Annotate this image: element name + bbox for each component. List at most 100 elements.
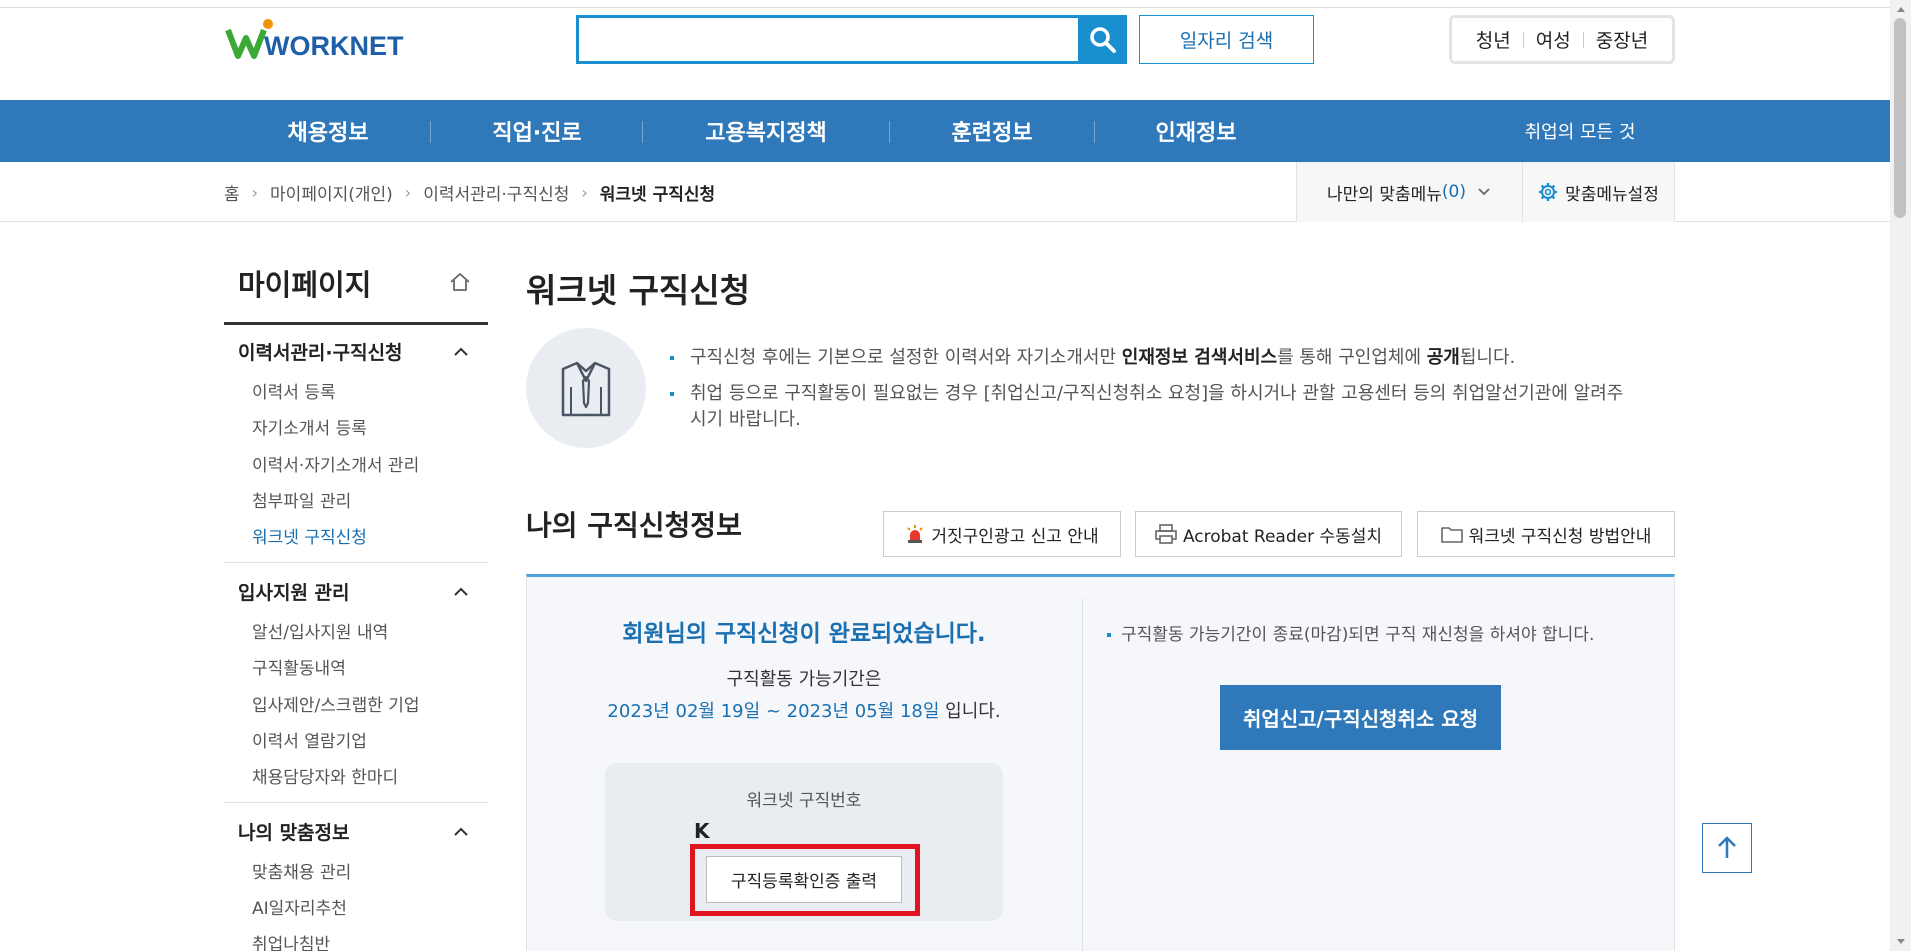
page: WORKNET 일자리 검색 청년 여성 중장년 채용정보 직업·진로 고용복지…	[0, 0, 1911, 951]
search-button[interactable]	[1078, 15, 1127, 64]
sidebar-item-job-application[interactable]: 워크넷 구직신청	[252, 523, 367, 548]
home-icon[interactable]	[448, 270, 472, 294]
info-line-2-cont: 시기 바랍니다.	[670, 407, 801, 433]
sidebar-divider	[224, 802, 488, 803]
scroll-up-arrow[interactable]	[1893, 2, 1908, 16]
info-text-part: 구직신청 후에는 기본으로 설정한 이력서와 자기소개서만	[690, 347, 1122, 368]
chevron-up-icon[interactable]	[452, 343, 470, 361]
sidebar-section-apply[interactable]: 입사지원 관리	[238, 578, 350, 605]
info-line-1: 구직신청 후에는 기본으로 설정한 이력서와 자기소개서만 인재정보 검색서비스…	[670, 345, 1515, 371]
acrobat-install-button[interactable]: Acrobat Reader 수동설치	[1135, 511, 1402, 557]
nav-item-talent[interactable]: 인재정보	[1124, 100, 1268, 162]
sidebar-item-activity[interactable]: 구직활동내역	[252, 654, 346, 679]
chevron-right-icon: ›	[581, 182, 588, 202]
sidebar-item-attachment[interactable]: 첨부파일 관리	[252, 487, 351, 512]
job-search-button[interactable]: 일자리 검색	[1139, 15, 1314, 64]
worknet-logo[interactable]: WORKNET	[224, 16, 424, 64]
sidebar-item-recruiter-chat[interactable]: 채용담당자와 한마디	[252, 763, 398, 788]
info-text-bold: 공개	[1426, 347, 1460, 368]
section-title: 나의 구직신청정보	[526, 509, 742, 542]
info-text-bold: 인재정보 검색서비스	[1121, 347, 1278, 368]
panel-divider	[1082, 598, 1083, 951]
sidebar-title-underline	[224, 322, 488, 325]
breadcrumb-current: 워크넷 구직신청	[599, 184, 716, 205]
bullet	[1107, 633, 1111, 637]
sidebar-title: 마이페이지	[238, 268, 372, 302]
info-line-2: 취업 등으로 구직활동이 필요없는 경우 [취업신고/구직신청취소 요청]을 하…	[670, 381, 1623, 407]
info-line-2-text-cont: 시기 바랍니다.	[690, 409, 801, 430]
period-value-line: 2023년 02월 19일 ~ 2023년 05월 18일 입니다.	[526, 697, 1082, 723]
reapply-note: 구직활동 가능기간이 종료(마감)되면 구직 재신청을 하셔야 합니다.	[1107, 620, 1594, 645]
nav-item-recruit[interactable]: 채용정보	[256, 100, 400, 162]
scroll-to-top-button[interactable]	[1702, 823, 1752, 873]
info-line-2-text: 취업 등으로 구직활동이 필요없는 경우 [취업신고/구직신청취소 요청]을 하…	[690, 383, 1624, 404]
acrobat-install-label: Acrobat Reader 수동설치	[1182, 526, 1383, 547]
siren-icon	[905, 524, 925, 544]
fake-ad-report-button[interactable]: 거짓구인광고 신고 안내	[883, 511, 1121, 557]
breadcrumb-resume[interactable]: 이력서관리·구직신청	[423, 180, 569, 205]
nav-divider	[1094, 121, 1095, 143]
shirt-tie-icon	[561, 361, 611, 417]
main-nav: 채용정보 직업·진로 고용복지정책 훈련정보 인재정보 취업의 모든 것	[0, 100, 1890, 162]
menu-settings-button[interactable]: 맞춤메뉴설정	[1522, 162, 1675, 222]
fake-ad-report-label: 거짓구인광고 신고 안내	[931, 526, 1099, 547]
chevron-up-icon[interactable]	[452, 823, 470, 841]
jobseeker-number-label: 워크넷 구직번호	[746, 791, 862, 811]
info-text-part: 를 통해 구인업체에	[1277, 347, 1427, 368]
sidebar-item-custom-recruit[interactable]: 맞춤채용 관리	[252, 858, 351, 883]
logo-text: WORKNET	[264, 31, 404, 61]
sidebar-section-custom[interactable]: 나의 맞춤정보	[238, 818, 350, 845]
chevron-down-icon	[1478, 188, 1490, 196]
chevron-up-icon[interactable]	[452, 583, 470, 601]
breadcrumb-mypage[interactable]: 마이페이지(개인)	[270, 180, 393, 205]
sidebar-item-compass[interactable]: 취업나침반	[252, 930, 330, 951]
my-menu-dropdown[interactable]: 나만의 맞춤메뉴 (0)	[1296, 162, 1522, 222]
my-menu-label: 나만의 맞춤메뉴	[1327, 184, 1442, 205]
sidebar-item-offers[interactable]: 입사제안/스크랩한 기업	[252, 691, 420, 716]
period-value: 2023년 02월 19일 ~ 2023년 05월 18일	[607, 701, 940, 722]
divider	[1522, 31, 1524, 48]
folder-icon	[1440, 525, 1463, 543]
cancel-application-button[interactable]: 취업신고/구직신청취소 요청	[1220, 685, 1501, 750]
quick-link-middle-aged[interactable]: 중장년	[1596, 26, 1648, 53]
info-line-1-text: 구직신청 후에는 기본으로 설정한 이력서와 자기소개서만 인재정보 검색서비스…	[670, 345, 1515, 371]
quick-link-group: 청년 여성 중장년	[1449, 15, 1675, 64]
gear-icon	[1539, 183, 1558, 201]
bullet	[670, 392, 674, 396]
nav-item-career[interactable]: 직업·진로	[465, 100, 609, 162]
divider	[1582, 31, 1584, 48]
info-text-part: 됩니다.	[1459, 347, 1516, 368]
sidebar-item-viewers[interactable]: 이력서 열람기업	[252, 727, 367, 752]
scrollbar-thumb[interactable]	[1894, 18, 1906, 218]
my-menu-count: (0)	[1441, 182, 1466, 202]
jobseeker-number: K	[694, 819, 710, 843]
arrow-up-icon	[1718, 836, 1736, 858]
sidebar-item-intro-register[interactable]: 자기소개서 등록	[252, 414, 367, 439]
info-illustration	[526, 328, 646, 448]
search-input[interactable]	[579, 18, 1124, 61]
sidebar-item-referral[interactable]: 알선/입사지원 내역	[252, 618, 388, 643]
reapply-note-text: 구직활동 가능기간이 종료(마감)되면 구직 재신청을 하셔야 합니다.	[1121, 625, 1595, 645]
chevron-right-icon: ›	[404, 182, 412, 202]
sidebar-item-resume-manage[interactable]: 이력서·자기소개서 관리	[252, 451, 419, 476]
breadcrumb-home[interactable]: 홈	[224, 180, 240, 205]
nav-item-training[interactable]: 훈련정보	[920, 100, 1064, 162]
menu-settings-label: 맞춤메뉴설정	[1565, 184, 1659, 205]
period-label: 구직활동 가능기간은	[726, 669, 882, 690]
search-box	[576, 15, 1127, 64]
application-guide-label: 워크넷 구직신청 방법안내	[1468, 526, 1652, 547]
scroll-down-arrow[interactable]	[1893, 935, 1908, 949]
bullet	[670, 356, 674, 360]
quick-link-women[interactable]: 여성	[1536, 26, 1571, 53]
sidebar-section-resume[interactable]: 이력서관리·구직신청	[238, 338, 403, 365]
nav-all-about-jobs[interactable]: 취업의 모든 것	[1500, 100, 1660, 162]
search-icon	[1089, 26, 1116, 53]
top-border	[0, 7, 1890, 8]
period-suffix: 입니다.	[939, 701, 1001, 722]
nav-item-welfare[interactable]: 고용복지정책	[680, 100, 852, 162]
quick-link-youth[interactable]: 청년	[1476, 26, 1511, 53]
redaction-mask	[712, 818, 942, 844]
sidebar-item-resume-register[interactable]: 이력서 등록	[252, 378, 336, 403]
sidebar-item-ai-recommend[interactable]: AI일자리추천	[252, 894, 347, 919]
application-guide-button[interactable]: 워크넷 구직신청 방법안내	[1417, 511, 1675, 557]
